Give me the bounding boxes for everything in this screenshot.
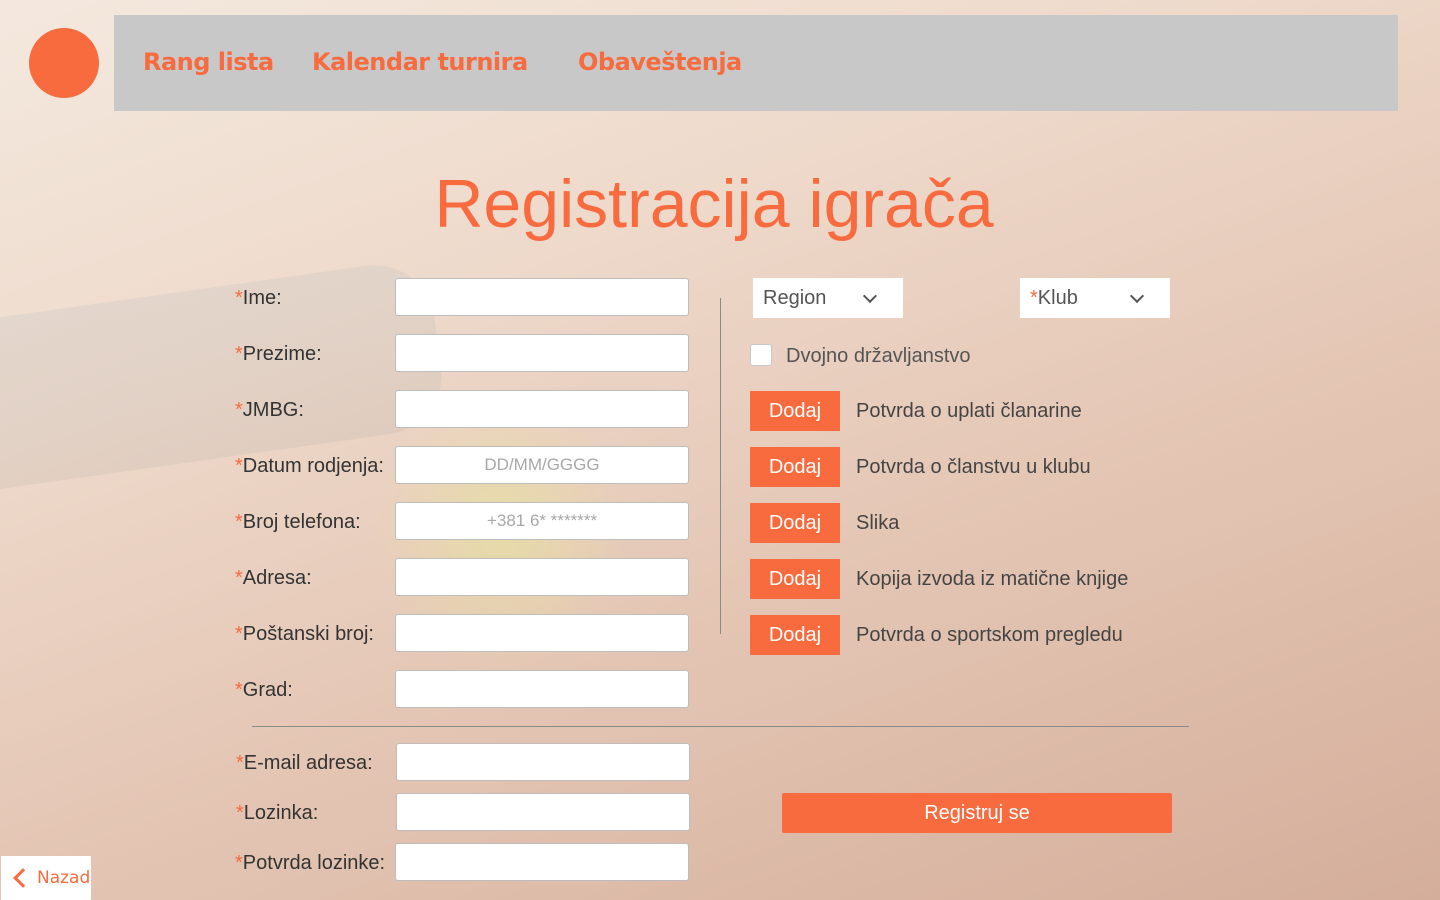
postanski-broj-input[interactable] — [395, 614, 689, 652]
club-select-value: *Klub — [1030, 286, 1078, 309]
field-label-grad: *Grad: — [235, 679, 293, 701]
add-medical-exam-button[interactable]: Dodaj — [750, 615, 840, 655]
field-label-prezime: *Prezime: — [235, 343, 322, 365]
field-label-adresa: *Adresa: — [235, 567, 312, 589]
dual-citizenship-label: Dvojno državljanstvo — [786, 345, 971, 367]
back-button[interactable]: Nazad — [1, 856, 91, 900]
grad-input[interactable] — [395, 670, 689, 708]
back-label: Nazad — [37, 868, 91, 888]
page-title: Registracija igrača — [434, 166, 994, 242]
field-label-jmbg: *JMBG: — [235, 399, 304, 421]
logo[interactable] — [29, 28, 99, 98]
field-label-ime: *Ime: — [235, 287, 282, 309]
document-label-birth-certificate: Kopija izvoda iz matične knjige — [856, 568, 1129, 590]
region-select-value: Region — [763, 286, 827, 309]
field-label-password: *Lozinka: — [236, 802, 319, 824]
jmbg-input[interactable] — [395, 390, 689, 428]
ime-input[interactable] — [395, 278, 689, 316]
chevron-left-icon — [13, 868, 33, 888]
field-label-email: *E-mail adresa: — [236, 752, 373, 774]
document-label-medical-exam: Potvrda o sportskom pregledu — [856, 624, 1123, 646]
top-navigation: Rang lista Kalendar turnira Obaveštenja — [114, 15, 1398, 111]
horizontal-divider — [252, 726, 1189, 727]
add-club-membership-button[interactable]: Dodaj — [750, 447, 840, 487]
nav-item-obavestenja[interactable]: Obaveštenja — [578, 48, 742, 76]
add-membership-payment-button[interactable]: Dodaj — [750, 391, 840, 431]
document-label-photo: Slika — [856, 512, 900, 534]
dual-citizenship-checkbox[interactable] — [750, 344, 772, 366]
password-input[interactable] — [396, 793, 690, 831]
register-button[interactable]: Registruj se — [782, 793, 1172, 833]
email-input[interactable] — [396, 743, 690, 781]
chevron-down-icon — [862, 288, 878, 303]
prezime-input[interactable] — [395, 334, 689, 372]
field-label-datum-rodjenja: *Datum rodjenja: — [235, 455, 384, 477]
chevron-down-icon — [1129, 288, 1145, 303]
broj-telefona-input[interactable] — [395, 502, 689, 540]
field-label-postanski-broj: *Poštanski broj: — [235, 623, 374, 645]
password-confirm-input[interactable] — [395, 843, 689, 881]
add-birth-certificate-button[interactable]: Dodaj — [750, 559, 840, 599]
adresa-input[interactable] — [395, 558, 689, 596]
document-label-membership-payment: Potvrda o uplati članarine — [856, 400, 1082, 422]
add-photo-button[interactable]: Dodaj — [750, 503, 840, 543]
region-select[interactable]: Region — [753, 278, 903, 318]
document-label-club-membership: Potvrda o članstvu u klubu — [856, 456, 1091, 478]
field-label-password-confirm: *Potvrda lozinke: — [235, 852, 386, 874]
nav-item-rang-lista[interactable]: Rang lista — [143, 48, 274, 76]
vertical-divider — [720, 298, 721, 634]
club-select[interactable]: *Klub — [1020, 278, 1170, 318]
datum-rodjenja-input[interactable] — [395, 446, 689, 484]
nav-item-kalendar-turnira[interactable]: Kalendar turnira — [312, 48, 528, 76]
field-label-broj-telefona: *Broj telefona: — [235, 511, 361, 533]
